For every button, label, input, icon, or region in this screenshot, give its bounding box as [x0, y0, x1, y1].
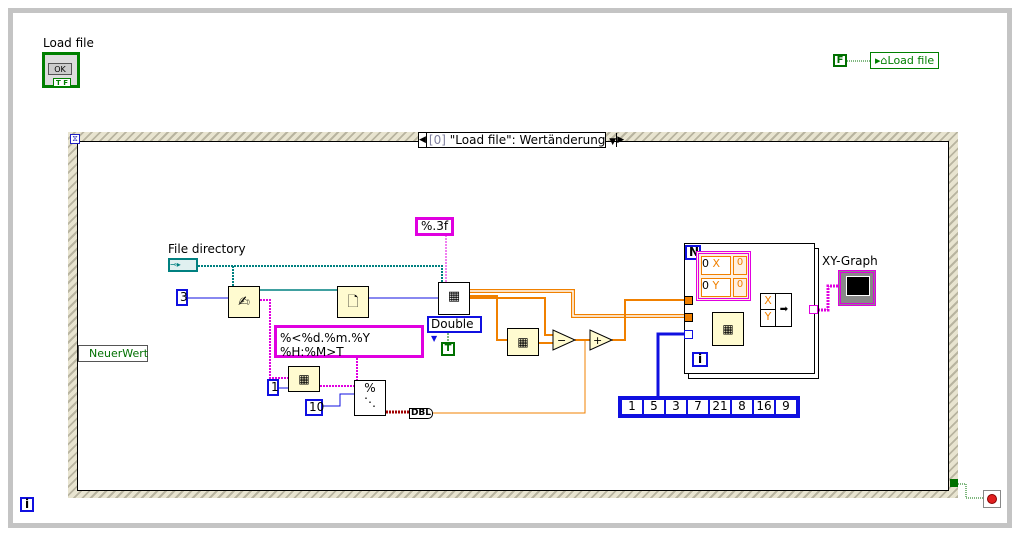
arrow-icon: ➡	[775, 294, 792, 326]
precision-format-constant[interactable]: %.3f	[415, 217, 455, 236]
read-file-node[interactable]: ✍	[228, 286, 260, 318]
x-label: X	[712, 257, 721, 270]
output-tunnel	[809, 305, 818, 314]
y-field[interactable]: 0 Y	[701, 278, 731, 297]
array-constant[interactable]: 1 5 3 7 21 8 16 9	[618, 396, 800, 418]
x-field[interactable]: 0 X	[701, 256, 731, 275]
bundle-y: Y	[764, 310, 772, 323]
file-directory-control[interactable]: ⊸▸	[168, 258, 198, 272]
bundle-x: X	[761, 294, 775, 310]
array-element[interactable]: 16	[754, 400, 774, 414]
index-constant[interactable]: 1	[267, 379, 279, 396]
stop-icon	[987, 494, 997, 504]
x-out: 0	[733, 256, 747, 275]
xy-graph-terminal[interactable]	[838, 270, 876, 306]
cluster-constant[interactable]: 0 X 0 Y 0 0	[696, 251, 751, 301]
graph-icon	[846, 276, 870, 296]
wires	[188, 60, 983, 499]
dropdown-arrow-icon: ▼	[431, 334, 438, 343]
index-array-node-3[interactable]: ▦	[712, 312, 744, 346]
tunnel-y	[684, 313, 693, 322]
time-format-constant[interactable]: %<%d.%m.%Y %H:%M>T	[274, 325, 424, 359]
count-constant[interactable]: 10	[305, 399, 324, 416]
array-element[interactable]: 5	[644, 400, 664, 414]
array-element[interactable]: 21	[710, 400, 730, 414]
info-icon: i	[20, 497, 34, 512]
to-double-node[interactable]: DBL	[409, 408, 433, 419]
xy-graph-label: XY-Graph	[822, 254, 878, 268]
stop-terminal[interactable]	[983, 490, 1001, 508]
y-out: 0	[733, 278, 747, 297]
bundle-node[interactable]: X Y ➡	[760, 293, 792, 327]
type-enum[interactable]: Double ▼	[427, 316, 482, 343]
y-value: 0	[702, 279, 709, 292]
stop-condition-tunnel	[950, 479, 958, 487]
array-element[interactable]: 1	[622, 400, 642, 414]
rows-constant[interactable]: 3	[176, 289, 188, 306]
index-array-node-2[interactable]: ▦	[507, 328, 539, 356]
y-label: Y	[712, 279, 720, 292]
file-size-node[interactable]: 🗋	[337, 286, 369, 318]
type-enum-value: Double	[431, 317, 474, 331]
file-directory-label: File directory	[168, 242, 246, 256]
transpose-constant[interactable]: T	[441, 342, 455, 356]
scan-from-string-node[interactable]: % ⋱	[354, 380, 386, 416]
array-element[interactable]: 9	[776, 400, 796, 414]
array-element[interactable]: 8	[732, 400, 752, 414]
x-value: 0	[702, 257, 709, 270]
array-element[interactable]: 7	[688, 400, 708, 414]
iteration-terminal: i	[692, 352, 708, 367]
tunnel-array	[684, 330, 693, 339]
read-spreadsheet-node[interactable]: ▦	[438, 282, 470, 315]
array-element[interactable]: 3	[666, 400, 686, 414]
index-array-node[interactable]: ▦	[288, 366, 320, 392]
tunnel-x	[684, 296, 693, 305]
